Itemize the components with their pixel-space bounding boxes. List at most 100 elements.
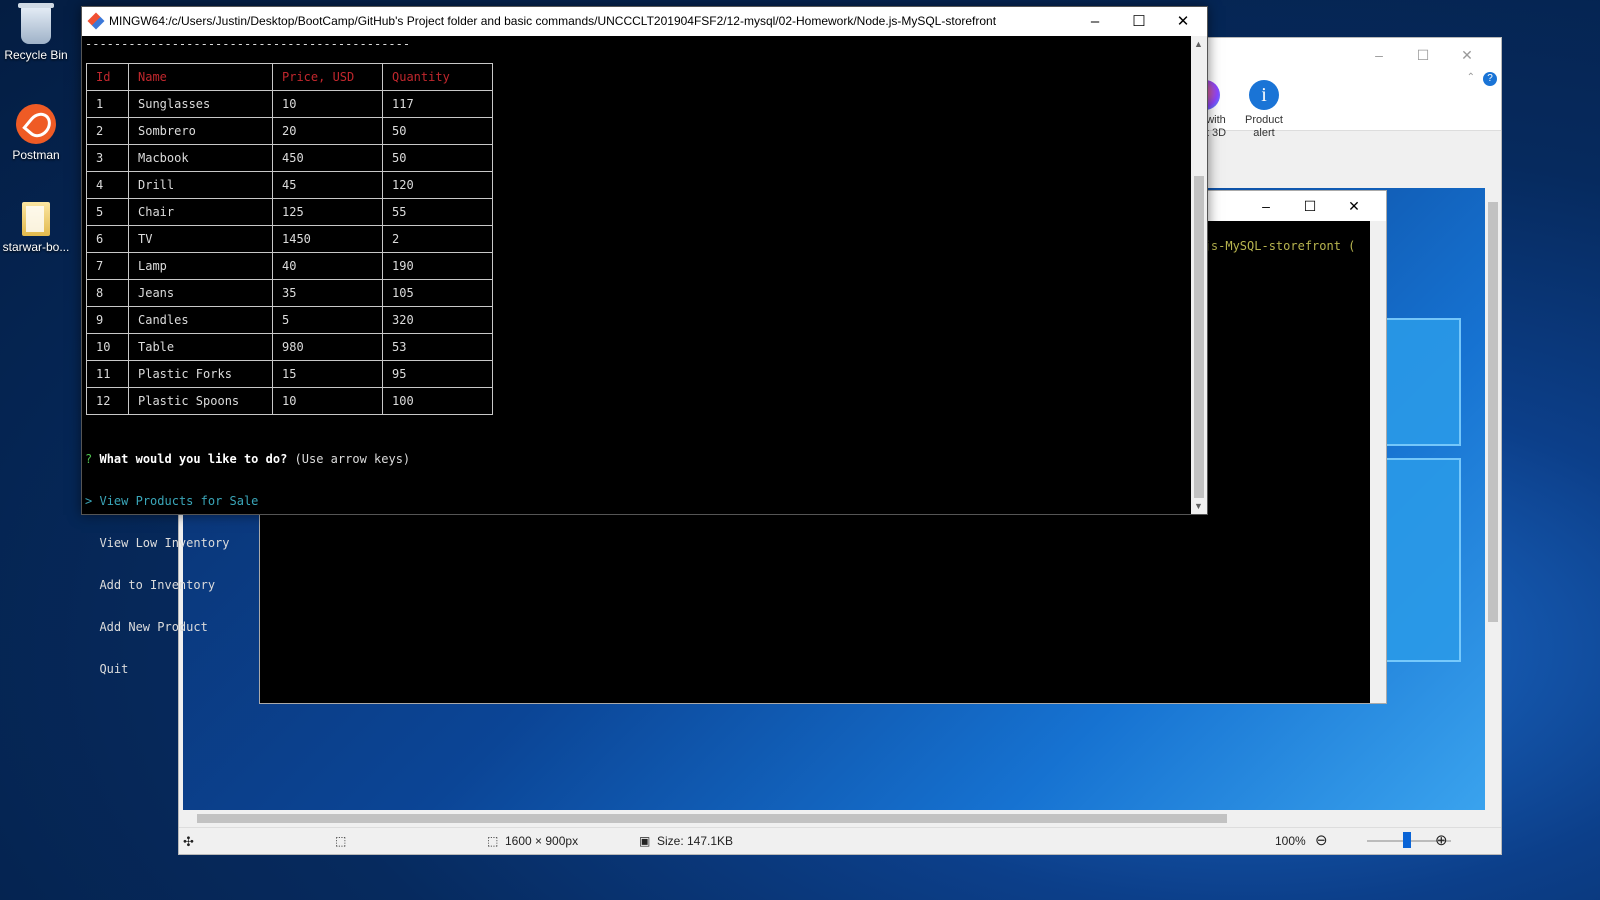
cell-quantity: 95 bbox=[382, 360, 493, 388]
product-alert-button[interactable]: i Product alert bbox=[1235, 80, 1293, 140]
cell-id: 3 bbox=[86, 144, 129, 172]
wallpaper-pane bbox=[1379, 318, 1461, 446]
cell-id: 9 bbox=[86, 306, 129, 334]
menu-option[interactable]: Add New Product bbox=[85, 620, 410, 634]
menu-option[interactable]: Quit bbox=[85, 662, 410, 676]
cell-name: Lamp bbox=[128, 252, 273, 280]
prompt-hint: (Use arrow keys) bbox=[294, 452, 411, 466]
table-row: 12 Plastic Spoons 10 100 bbox=[86, 387, 493, 415]
table-row: 5 Chair 125 55 bbox=[86, 198, 493, 226]
table-row: 6 TV 1450 2 bbox=[86, 225, 493, 253]
cell-quantity: 320 bbox=[382, 306, 493, 334]
scrollbar-thumb[interactable] bbox=[197, 814, 1227, 823]
cell-id: 5 bbox=[86, 198, 129, 226]
desktop-icon-starwar-folder[interactable]: starwar-bo... bbox=[0, 202, 76, 254]
menu-option-label: Add New Product bbox=[99, 620, 208, 634]
scroll-down-icon[interactable]: ▼ bbox=[1194, 501, 1203, 511]
git-icon bbox=[87, 12, 105, 30]
git-bash-titlebar: MINGW64:/c/Users/Justin/Desktop/BootCamp… bbox=[82, 7, 1207, 36]
prompt-marker: ? bbox=[85, 452, 93, 466]
window-title: MINGW64:/c/Users/Justin/Desktop/BootCamp… bbox=[109, 14, 997, 28]
menu-option-label: Quit bbox=[99, 662, 129, 676]
table-row: 2 Sombrero 20 50 bbox=[86, 117, 493, 145]
table-row: 11 Plastic Forks 15 95 bbox=[86, 360, 493, 388]
cell-name: Plastic Spoons bbox=[128, 387, 273, 415]
zoom-out-icon[interactable]: ⊖ bbox=[1315, 831, 1328, 849]
cell-price: 5 bbox=[272, 306, 383, 334]
cell-name: Table bbox=[128, 333, 273, 361]
menu-option-selected[interactable]: > View Products for Sale bbox=[85, 494, 410, 508]
desktop-icon-postman[interactable]: Postman bbox=[0, 104, 76, 162]
terminal-output[interactable]: ----------------------------------------… bbox=[85, 37, 1189, 676]
cell-quantity: 55 bbox=[382, 198, 493, 226]
terminal-vertical-scrollbar[interactable]: ▲ ▼ bbox=[1191, 36, 1207, 514]
term2-minimize-button[interactable]: – bbox=[1244, 195, 1288, 217]
maximize-button[interactable]: ☐ bbox=[1117, 10, 1161, 34]
zoom-slider-thumb[interactable] bbox=[1403, 832, 1411, 848]
inventory-table: Id Name Price, USD Quantity 1 Sunglasses 1… bbox=[86, 63, 493, 415]
zoom-in-icon[interactable]: ⊕ bbox=[1435, 831, 1448, 849]
cell-price: 450 bbox=[272, 144, 383, 172]
table-row: 4 Drill 45 120 bbox=[86, 171, 493, 199]
dimensions-icon: ⬚ bbox=[487, 834, 499, 848]
cell-price: 10 bbox=[272, 387, 383, 415]
collapse-ribbon-icon[interactable]: ⌃ bbox=[1467, 72, 1475, 83]
cell-name: Candles bbox=[128, 306, 273, 334]
viewer-close-button[interactable]: ✕ bbox=[1445, 44, 1489, 66]
viewer-maximize-button[interactable]: ☐ bbox=[1401, 44, 1445, 66]
move-icon[interactable]: ✣ bbox=[183, 834, 194, 850]
selection-icon[interactable]: ⬚ bbox=[335, 834, 346, 848]
menu-option[interactable]: View Low Inventory bbox=[85, 536, 410, 550]
viewer-horizontal-scrollbar[interactable] bbox=[183, 810, 1483, 826]
cell-name: Sombrero bbox=[128, 117, 273, 145]
prompt-question: What would you like to do? bbox=[99, 452, 288, 466]
cell-id: 11 bbox=[86, 360, 129, 388]
close-button[interactable]: ✕ bbox=[1161, 10, 1205, 34]
cell-id: 1 bbox=[86, 90, 129, 118]
folder-icon bbox=[22, 202, 50, 236]
image-dimensions: 1600 × 900px bbox=[505, 834, 579, 848]
desktop-icon-label: starwar-bo... bbox=[2, 240, 70, 254]
scrollbar-thumb[interactable] bbox=[1194, 176, 1204, 498]
term2-maximize-button[interactable]: ☐ bbox=[1288, 195, 1332, 217]
cell-price: 15 bbox=[272, 360, 383, 388]
cell-quantity: 190 bbox=[382, 252, 493, 280]
scroll-up-icon[interactable]: ▲ bbox=[1194, 39, 1203, 49]
menu-option-label: View Low Inventory bbox=[99, 536, 230, 550]
cell-price: 20 bbox=[272, 117, 383, 145]
selection-pointer: > bbox=[85, 494, 93, 508]
cell-name: Drill bbox=[128, 171, 273, 199]
scrollbar-thumb[interactable] bbox=[1488, 202, 1498, 622]
cell-price: 35 bbox=[272, 279, 383, 307]
viewer-vertical-scrollbar[interactable] bbox=[1485, 188, 1501, 810]
header-name: Name bbox=[128, 63, 273, 91]
cell-quantity: 120 bbox=[382, 171, 493, 199]
cell-quantity: 105 bbox=[382, 279, 493, 307]
cell-id: 10 bbox=[86, 333, 129, 361]
minimize-button[interactable]: – bbox=[1073, 10, 1117, 34]
cell-name: Macbook bbox=[128, 144, 273, 172]
desktop-icon-label: Recycle Bin bbox=[4, 48, 68, 62]
table-row: 1 Sunglasses 10 117 bbox=[86, 90, 493, 118]
term2-close-button[interactable]: ✕ bbox=[1332, 195, 1376, 217]
cell-price: 10 bbox=[272, 90, 383, 118]
help-icon[interactable]: ? bbox=[1483, 72, 1497, 86]
cell-price: 125 bbox=[272, 198, 383, 226]
menu-option[interactable]: Add to Inventory bbox=[85, 578, 410, 592]
cell-quantity: 50 bbox=[382, 117, 493, 145]
recycle-bin-icon bbox=[18, 3, 54, 44]
cell-price: 45 bbox=[272, 171, 383, 199]
cell-quantity: 50 bbox=[382, 144, 493, 172]
cell-quantity: 53 bbox=[382, 333, 493, 361]
cell-quantity: 117 bbox=[382, 90, 493, 118]
secondary-terminal-scrollbar[interactable] bbox=[1370, 221, 1386, 703]
table-row: 10 Table 980 53 bbox=[86, 333, 493, 361]
menu-option-label: Add to Inventory bbox=[99, 578, 216, 592]
table-row: 9 Candles 5 320 bbox=[86, 306, 493, 334]
desktop-icon-recycle-bin[interactable]: Recycle Bin bbox=[0, 3, 76, 62]
table-divider: ----------------------------------------… bbox=[85, 37, 411, 51]
cell-name: Sunglasses bbox=[128, 90, 273, 118]
cell-price: 1450 bbox=[272, 225, 383, 253]
viewer-minimize-button[interactable]: – bbox=[1357, 44, 1401, 66]
prompt-question-line: ? What would you like to do? (Use arrow … bbox=[85, 452, 410, 466]
